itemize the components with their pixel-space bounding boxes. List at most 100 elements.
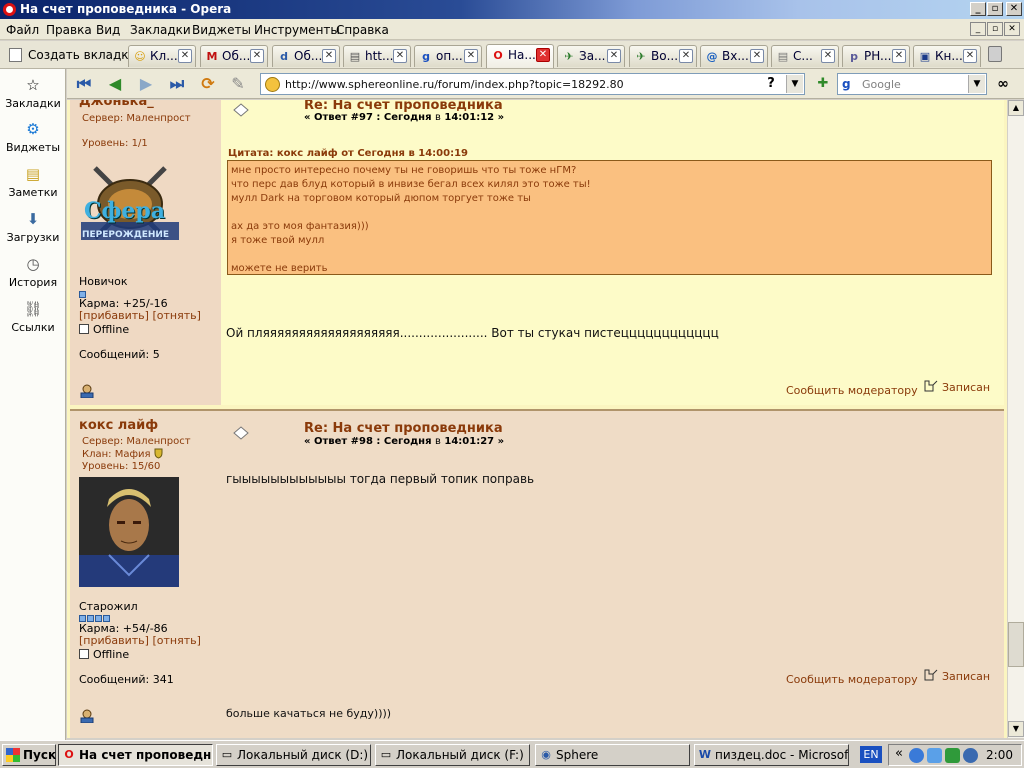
language-indicator[interactable]: EN bbox=[860, 746, 882, 763]
menu-edit[interactable]: Правка bbox=[46, 23, 92, 37]
trash-icon[interactable] bbox=[988, 46, 1002, 62]
menu-help[interactable]: Справка bbox=[336, 23, 389, 37]
tab-close-icon[interactable]: ✕ bbox=[322, 49, 336, 63]
scroll-up-icon[interactable]: ▲ bbox=[1008, 100, 1024, 116]
tab-label: PH... bbox=[864, 49, 892, 63]
address-dropdown-icon[interactable]: ▼ bbox=[786, 75, 803, 93]
tab-11[interactable]: ▣ Кн... ✕ bbox=[913, 45, 981, 67]
reload-icon[interactable]: ⟳ bbox=[197, 74, 219, 94]
rewind-icon[interactable]: ⏮ bbox=[73, 74, 95, 94]
maximize-button[interactable]: ▫ bbox=[987, 2, 1003, 16]
task-drive-d[interactable]: ▭ Локальный диск (D:) bbox=[216, 744, 371, 766]
tab-minimize-button[interactable]: _ bbox=[970, 22, 986, 36]
search-dropdown-icon[interactable]: ▼ bbox=[968, 75, 985, 93]
logged-link[interactable]: Записан bbox=[924, 669, 990, 683]
panel-widgets-label: Виджеты bbox=[5, 141, 61, 154]
menu-view[interactable]: Вид bbox=[96, 23, 120, 37]
tab-close-icon[interactable]: ✕ bbox=[963, 49, 977, 63]
vertical-scrollbar[interactable]: ▲ ▼ bbox=[1007, 100, 1024, 738]
profile-icon[interactable] bbox=[79, 709, 95, 723]
tray-volume-icon[interactable] bbox=[963, 748, 978, 763]
zoom-glasses-icon[interactable]: ∞ bbox=[992, 74, 1014, 94]
address-url[interactable]: http://www.sphereonline.ru/forum/index.p… bbox=[285, 78, 624, 91]
close-button[interactable]: ✕ bbox=[1006, 2, 1022, 16]
tab-close-icon[interactable]: ✕ bbox=[536, 48, 550, 62]
report-moderator-link[interactable]: Сообщить модератору bbox=[786, 384, 918, 397]
ds-icon: d bbox=[280, 50, 288, 63]
author-name[interactable]: Джонька_ bbox=[79, 100, 154, 109]
panel-history[interactable]: ◷ История bbox=[0, 254, 66, 289]
tab-close-icon[interactable]: ✕ bbox=[250, 49, 264, 63]
quote-line bbox=[231, 248, 988, 262]
task-sphere[interactable]: ◉ Sphere bbox=[535, 744, 690, 766]
forum-post: Джонька_ Сервер: Маленпрост Уровень: 1/1… bbox=[70, 100, 1004, 405]
tray-expand-icon[interactable]: « bbox=[895, 746, 903, 761]
add-bookmark-icon[interactable]: ✚ bbox=[812, 74, 834, 94]
menu-tools[interactable]: Инструменты bbox=[254, 23, 340, 37]
panel-downloads[interactable]: ⬇ Загрузки bbox=[0, 209, 66, 244]
tab-close-icon[interactable]: ✕ bbox=[750, 49, 764, 63]
tab-restore-button[interactable]: ▫ bbox=[987, 22, 1003, 36]
fast-forward-icon[interactable]: ⏭ bbox=[166, 74, 188, 94]
report-moderator-link[interactable]: Сообщить модератору bbox=[786, 673, 918, 686]
menu-widgets[interactable]: Виджеты bbox=[192, 23, 251, 37]
tab-10[interactable]: p PH... ✕ bbox=[842, 45, 910, 67]
tab-3[interactable]: ▤ htt... ✕ bbox=[343, 45, 411, 67]
panel-notes[interactable]: ▤ Заметки bbox=[0, 164, 66, 199]
panel-bookmarks[interactable]: ☆ Закладки bbox=[0, 75, 66, 110]
tab-8[interactable]: @ Вх... ✕ bbox=[700, 45, 768, 67]
panel-links[interactable]: ⛓ Ссылки bbox=[0, 299, 66, 334]
reply-time: 14:01:27 » bbox=[444, 436, 505, 447]
tab-7[interactable]: ✈ Во... ✕ bbox=[629, 45, 697, 67]
tab-close-icon[interactable]: ✕ bbox=[393, 49, 407, 63]
tab-9[interactable]: ▤ С... ✕ bbox=[771, 45, 839, 67]
edit-pen-icon[interactable]: ✎ bbox=[227, 74, 249, 94]
tab-close-button[interactable]: ✕ bbox=[1004, 22, 1020, 36]
tray-network-icon[interactable] bbox=[927, 748, 942, 763]
scroll-thumb[interactable] bbox=[1008, 622, 1024, 667]
profile-icon[interactable] bbox=[79, 384, 95, 398]
google-icon: g bbox=[422, 50, 430, 63]
task-word[interactable]: W пиздец.doc - Microsoft ... bbox=[694, 744, 849, 766]
new-tab-icon bbox=[9, 48, 22, 62]
author-name[interactable]: кокс лайф bbox=[79, 418, 158, 433]
panel-widgets[interactable]: ⚙ Виджеты bbox=[0, 119, 66, 154]
menu-file[interactable]: Файл bbox=[6, 23, 39, 37]
tab-close-icon[interactable]: ✕ bbox=[821, 49, 835, 63]
tray-antivirus-icon[interactable] bbox=[945, 748, 960, 763]
tab-close-icon[interactable]: ✕ bbox=[892, 49, 906, 63]
logged-link[interactable]: Записан bbox=[924, 380, 990, 394]
tab-6[interactable]: ✈ За... ✕ bbox=[557, 45, 625, 67]
tab-close-icon[interactable]: ✕ bbox=[679, 49, 693, 63]
task-opera[interactable]: O На счет проповедни... bbox=[58, 744, 213, 766]
tab-close-icon[interactable]: ✕ bbox=[464, 49, 478, 63]
search-field[interactable]: g Google ▼ bbox=[837, 73, 987, 95]
back-arrow-icon[interactable]: ◀ bbox=[104, 74, 126, 94]
author-messages: Сообщений: 5 bbox=[79, 348, 160, 361]
start-button[interactable]: Пуск bbox=[2, 744, 56, 766]
tab-close-icon[interactable]: ✕ bbox=[607, 49, 621, 63]
tab-0[interactable]: ☺ Кл... ✕ bbox=[128, 45, 196, 67]
scroll-down-icon[interactable]: ▼ bbox=[1008, 721, 1024, 737]
karma-links[interactable]: [прибавить] [отнять] bbox=[79, 309, 201, 322]
task-drive-f[interactable]: ▭ Локальный диск (F:) bbox=[375, 744, 530, 766]
minimize-button[interactable]: _ bbox=[970, 2, 986, 16]
forward-arrow-icon[interactable]: ▶ bbox=[135, 74, 157, 94]
tab-1[interactable]: M Об... ✕ bbox=[200, 45, 268, 67]
menu-bookmarks[interactable]: Закладки bbox=[130, 23, 191, 37]
new-tab-button[interactable]: Создать вкладку bbox=[6, 46, 136, 64]
post-title[interactable]: Re: На счет проповедника bbox=[304, 421, 503, 436]
word-icon: W bbox=[698, 748, 712, 761]
help-icon[interactable]: ? bbox=[762, 76, 780, 92]
author-status: Offline bbox=[79, 323, 129, 336]
tray-app-icon[interactable] bbox=[909, 748, 924, 763]
tab-5[interactable]: O На... ✕ bbox=[486, 44, 554, 68]
quote-header[interactable]: Цитата: кокс лайф от Сегодня в 14:00:19 bbox=[228, 148, 468, 159]
tab-4[interactable]: g оп... ✕ bbox=[414, 45, 482, 67]
post-icon bbox=[233, 426, 249, 440]
karma-links[interactable]: [прибавить] [отнять] bbox=[79, 634, 201, 647]
tab-close-icon[interactable]: ✕ bbox=[178, 49, 192, 63]
address-field[interactable]: http://www.sphereonline.ru/forum/index.p… bbox=[260, 73, 805, 95]
tab-label: Об... bbox=[222, 49, 250, 63]
tab-2[interactable]: d Об... ✕ bbox=[272, 45, 340, 67]
